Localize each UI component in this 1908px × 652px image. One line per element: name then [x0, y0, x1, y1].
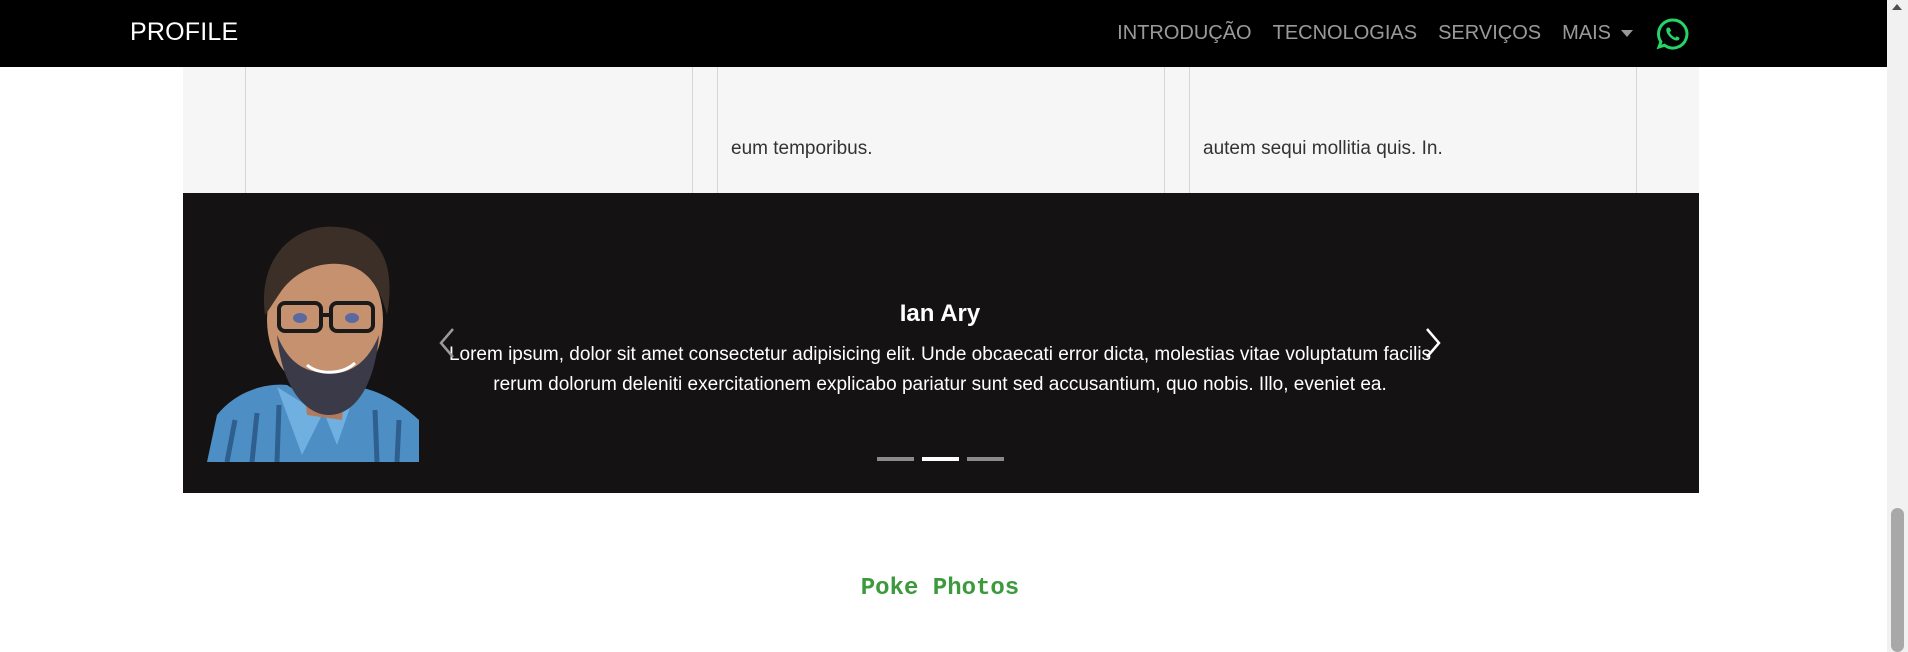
testimonial-quote: Lorem ipsum, dolor sit amet consectetur …	[448, 344, 1432, 395]
testimonial-name: Ian Ary	[899, 300, 981, 327]
carousel-indicator-2[interactable]	[922, 457, 959, 461]
testimonial-carousel: Ian Ary Lorem ipsum, dolor sit amet cons…	[183, 193, 1699, 493]
carousel-indicators	[877, 457, 1012, 461]
feature-card: eum temporibus.	[717, 57, 1165, 196]
chevron-right-icon	[1426, 328, 1441, 358]
nav-link-servicos[interactable]: SERVIÇOS	[1438, 22, 1541, 45]
feature-card: autem sequi mollitia quis. In.	[1189, 57, 1637, 196]
card-text: eum temporibus.	[731, 138, 873, 159]
carousel-indicator-1[interactable]	[877, 457, 914, 461]
nav-link-tecnologias[interactable]: TECNOLOGIAS	[1273, 22, 1417, 45]
chevron-left-icon	[439, 328, 454, 358]
section-title: Poke Photos	[860, 574, 1020, 602]
scroll-up-icon[interactable]	[1892, 4, 1902, 10]
carousel-indicator-3[interactable]	[967, 457, 1004, 461]
caret-down-icon	[1621, 30, 1633, 37]
nav-dropdown-label: MAIS	[1562, 22, 1611, 44]
brand-link[interactable]: PROFILE	[130, 18, 238, 47]
card-text: autem sequi mollitia quis. In.	[1203, 138, 1443, 159]
nav-dropdown-mais[interactable]: MAIS	[1562, 22, 1633, 45]
feature-card	[245, 57, 693, 196]
nav-links: INTRODUÇÃO TECNOLOGIAS SERVIÇOS MAIS	[1096, 0, 1691, 67]
cards-section: eum temporibus. autem sequi mollitia qui…	[183, 57, 1699, 196]
nav-link-introducao[interactable]: INTRODUÇÃO	[1117, 22, 1251, 45]
avatar	[207, 215, 419, 463]
carousel-next-button[interactable]	[1421, 323, 1445, 363]
carousel-prev-button[interactable]	[435, 323, 459, 363]
scrollbar[interactable]	[1887, 0, 1908, 652]
scroll-thumb[interactable]	[1891, 508, 1904, 652]
navbar: PROFILE INTRODUÇÃO TECNOLOGIAS SERVIÇOS …	[0, 0, 1887, 67]
whatsapp-icon[interactable]	[1655, 16, 1691, 52]
